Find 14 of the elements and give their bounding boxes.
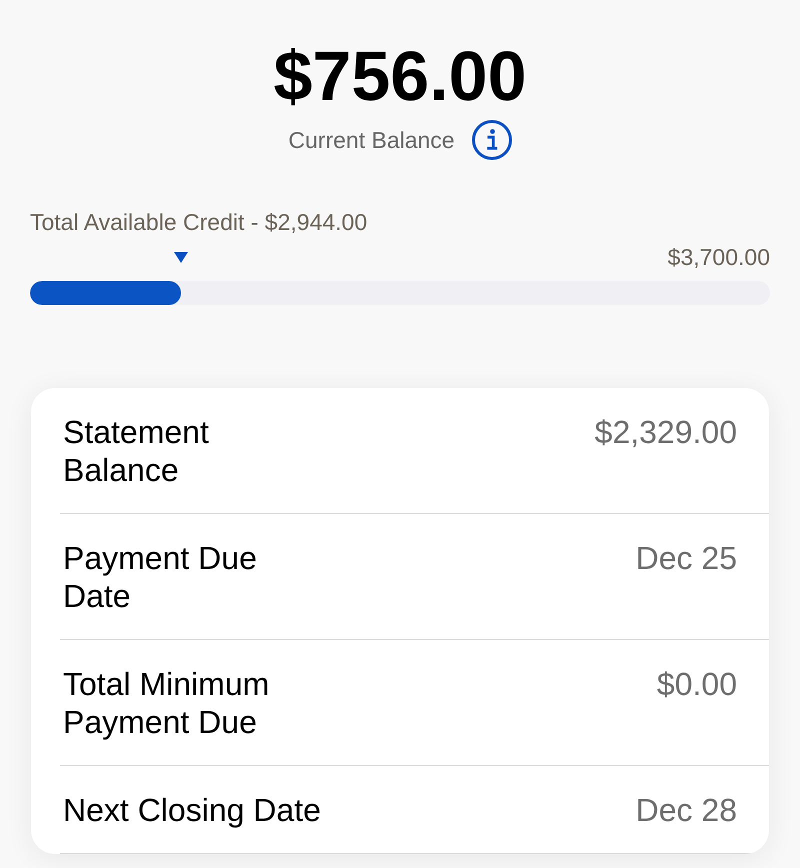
credit-label: Total Available Credit - $2,944.00 — [30, 208, 368, 236]
detail-label: Payment Due Date — [63, 539, 258, 615]
detail-label: Next Closing Date — [63, 791, 321, 829]
detail-label: Total Minimum Payment Due — [63, 665, 270, 741]
credit-limit: $3,700.00 — [668, 243, 770, 271]
marker-icon — [174, 252, 188, 263]
balance-amount: $756.00 — [273, 41, 527, 111]
detail-label: Statement Balance — [63, 413, 210, 489]
detail-value: Dec 25 — [636, 539, 737, 577]
balance-label: Current Balance — [288, 126, 455, 154]
info-icon[interactable] — [472, 120, 512, 160]
detail-value: $0.00 — [656, 665, 737, 703]
detail-value: Dec 28 — [636, 791, 737, 829]
detail-value: $2,329.00 — [594, 413, 737, 451]
